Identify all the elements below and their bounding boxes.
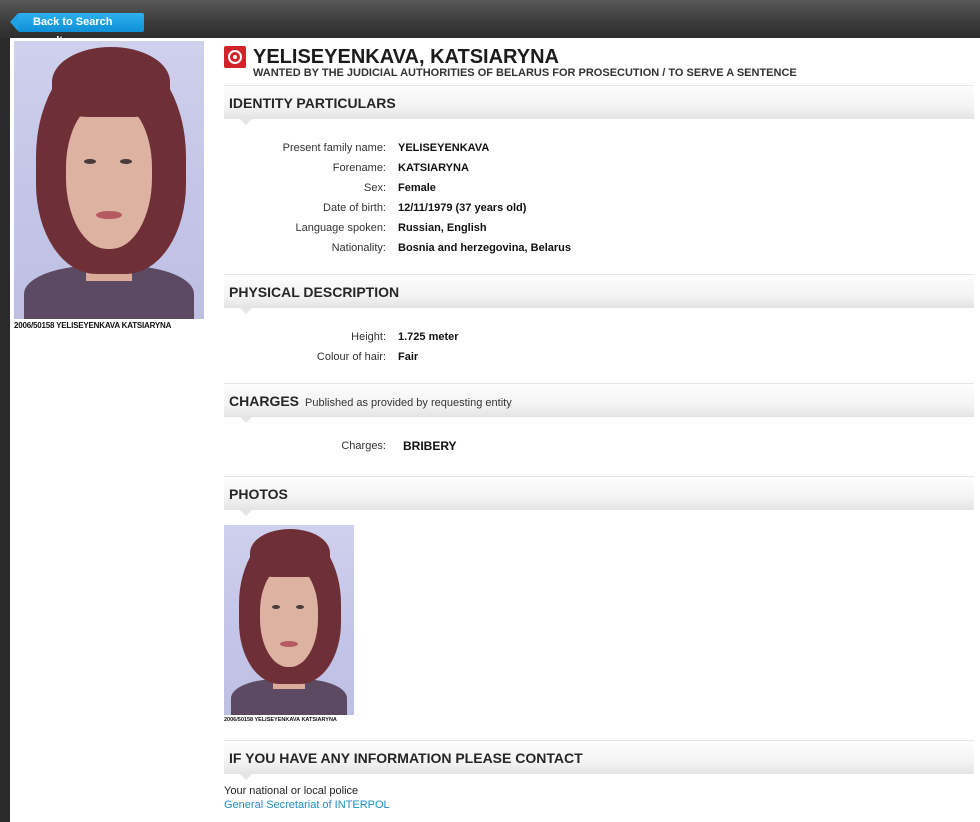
- identity-section-heading: IDENTITY PARTICULARS: [224, 85, 974, 125]
- main-photo[interactable]: [14, 41, 204, 319]
- gallery-photo-thumbnail[interactable]: [224, 525, 354, 715]
- top-bar: Back to Search result: [0, 0, 980, 47]
- charges-section-heading: CHARGES Published as provided by requesti…: [224, 383, 974, 423]
- field-row: Date of birth: 12/11/1979 (37 years old): [323, 202, 527, 214]
- field-row: Sex: Female: [363, 182, 436, 194]
- field-row: Forename: KATSIARYNA: [332, 162, 469, 174]
- field-row: Language spoken: Russian, English: [295, 222, 487, 234]
- person-name: YELISEYENKAVA, KATSIARYNA: [253, 46, 559, 68]
- contact-police-text: Your national or local police: [224, 785, 359, 797]
- interpol-emblem-icon: [224, 46, 246, 68]
- main-photo-caption: 2006/50158 YELISEYENKAVA KATSIARYNA: [14, 321, 172, 330]
- wanted-subtitle: WANTED BY THE JUDICIAL AUTHORITIES OF BE…: [253, 67, 797, 79]
- interpol-secretariat-link[interactable]: General Secretariat of INTERPOL: [224, 799, 390, 811]
- gallery-photo-caption: 2006/50158 YELISEYENKAVA KATSIARYNA: [224, 717, 337, 723]
- field-row: Present family name: YELISEYENKAVA: [282, 142, 490, 154]
- physical-section-heading: PHYSICAL DESCRIPTION: [224, 274, 974, 314]
- photos-section-heading: PHOTOS: [224, 476, 974, 516]
- back-to-search-button[interactable]: Back to Search result: [10, 13, 144, 47]
- field-row: Height: 1.725 meter: [351, 331, 459, 343]
- charges-row: Charges: BRIBERY: [341, 439, 457, 453]
- field-row: Colour of hair: Fair: [316, 351, 419, 363]
- field-row: Nationality: Bosnia and herzegovina, Bela…: [331, 242, 571, 254]
- charges-heading: CHARGES: [229, 393, 300, 409]
- charges-note: Published as provided by requesting enti…: [305, 397, 512, 409]
- contact-section-heading: IF YOU HAVE ANY INFORMATION PLEASE CONTA…: [224, 740, 974, 780]
